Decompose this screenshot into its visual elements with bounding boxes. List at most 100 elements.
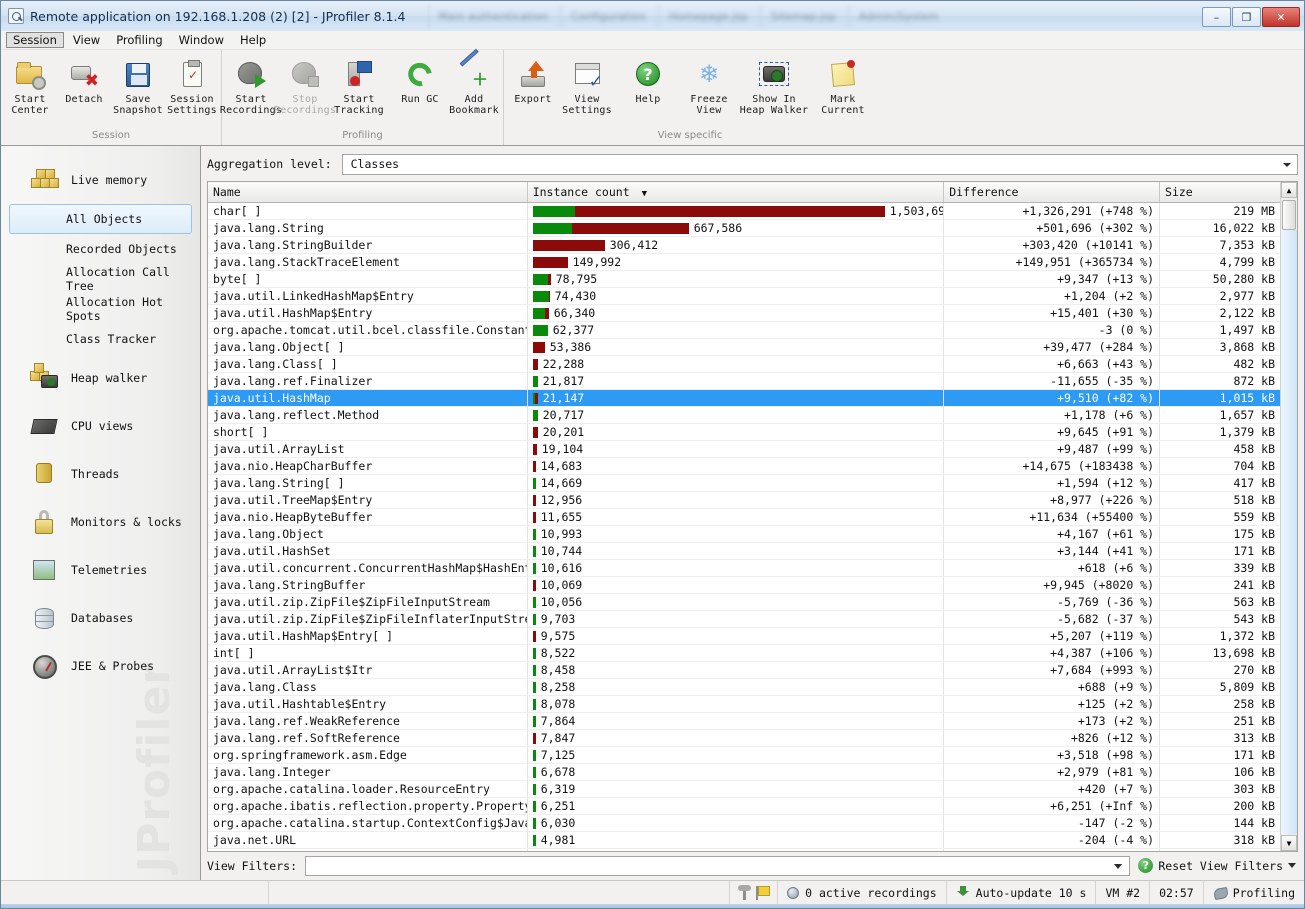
sidebar-group-cpu-views[interactable]: CPU views bbox=[1, 402, 200, 450]
sidebar-group-telemetries[interactable]: Telemetries bbox=[1, 546, 200, 594]
session-settings-button[interactable]: Session Settings bbox=[165, 56, 219, 116]
table-row[interactable]: java.lang.Class 8,258 +688 (+9 %) 5,809 kB bbox=[208, 678, 1280, 696]
table-row[interactable]: java.util.zip.ZipFile$ZipFileInflaterInp… bbox=[208, 610, 1280, 628]
table-row[interactable]: java.lang.reflect.Method 20,717 +1,178 (+6… bbox=[208, 406, 1280, 424]
run-gc-button[interactable]: Run GC bbox=[393, 56, 447, 105]
background-tab[interactable]: Sitemap.jsp bbox=[760, 5, 846, 27]
background-tab[interactable]: Admin/System bbox=[847, 5, 949, 27]
menu-session[interactable]: Session bbox=[6, 32, 64, 48]
table-row[interactable]: org.apache.catalina.startup.ContextConfi… bbox=[208, 814, 1280, 832]
sidebar-item-allocation-call-tree[interactable]: Allocation Call Tree bbox=[9, 264, 192, 294]
table-row[interactable]: java.util.Hashtable$Entry 8,078 +125 (+2 %… bbox=[208, 695, 1280, 713]
status-auto-update[interactable]: Auto-update 10 s bbox=[947, 881, 1097, 905]
table-row[interactable]: java.util.HashMap 21,147 +9,510 (+82 %) 1,0… bbox=[208, 389, 1280, 407]
table-row[interactable]: org.apache.ibatis.reflection.property.Pr… bbox=[208, 797, 1280, 815]
start-recordings-button[interactable]: Start Recordings bbox=[220, 56, 282, 116]
show-in-heap-walker-button[interactable]: Show In Heap Walker bbox=[736, 56, 812, 116]
table-row[interactable]: java.util.HashMap$Entry 66,340 +15,401 (+3… bbox=[208, 304, 1280, 322]
table-row[interactable]: java.util.zip.ZipFile$ZipFileInputStream… bbox=[208, 593, 1280, 611]
scrollbar-thumb[interactable] bbox=[1282, 200, 1296, 230]
close-button[interactable]: ✕ bbox=[1262, 7, 1300, 27]
cell-size: 559 kB bbox=[1159, 508, 1280, 526]
chevron-down-icon[interactable] bbox=[1114, 863, 1123, 869]
minimize-button[interactable]: – bbox=[1202, 7, 1231, 27]
menu-help[interactable]: Help bbox=[233, 32, 273, 48]
stop-recordings-button[interactable]: Stop Recordings bbox=[274, 56, 336, 116]
table-row[interactable]: java.lang.Class[ ] 22,288 +6,663 (+43 %) 48… bbox=[208, 355, 1280, 373]
sidebar-group-databases[interactable]: Databases bbox=[1, 594, 200, 642]
table-row[interactable]: java.lang.String[ ] 14,669 +1,594 (+12 %) 4… bbox=[208, 474, 1280, 492]
menu-view[interactable]: View bbox=[66, 32, 107, 48]
table-row[interactable]: java.lang.Object[ ] 53,386 +39,477 (+284 %… bbox=[208, 338, 1280, 356]
table-row[interactable]: byte[ ] 78,795 +9,347 (+13 %) 50,280 kB bbox=[208, 270, 1280, 288]
sidebar-group-jee-probes[interactable]: JEE & Probes bbox=[1, 642, 200, 690]
scroll-up-button[interactable]: ▲ bbox=[1281, 182, 1297, 198]
table-row[interactable]: java.lang.Integer 6,678 +2,979 (+81 %) 106 … bbox=[208, 763, 1280, 781]
add-bookmark-button[interactable]: ＋ Add Bookmark bbox=[447, 48, 501, 116]
freeze-view-button[interactable]: ❄ Freeze View bbox=[682, 56, 736, 116]
table-row[interactable]: java.lang.String 667,586 +501,696 (+302 %)… bbox=[208, 219, 1280, 237]
sidebar-item-all-objects[interactable]: All Objects bbox=[9, 204, 192, 234]
table-row[interactable]: java.lang.ref.WeakReference 7,864 +173 (+2… bbox=[208, 712, 1280, 730]
sidebar-item-allocation-hot-spots[interactable]: Allocation Hot Spots bbox=[9, 294, 192, 324]
table-row[interactable]: java.net.URL 4,981 -204 (-4 %) 318 kB bbox=[208, 831, 1280, 849]
menu-profiling[interactable]: Profiling bbox=[109, 32, 169, 48]
background-tab[interactable]: Homepage.jsp bbox=[657, 5, 758, 27]
table-row[interactable]: short[ ] 20,201 +9,645 (+91 %) 1,379 kB bbox=[208, 423, 1280, 441]
flag-icon[interactable] bbox=[756, 885, 771, 901]
chevron-down-icon[interactable] bbox=[1288, 863, 1296, 869]
background-tab[interactable]: Main authentication bbox=[427, 5, 558, 27]
scrollbar-track[interactable] bbox=[1281, 230, 1297, 835]
export-button[interactable]: Export bbox=[506, 56, 560, 105]
table-row[interactable]: java.lang.Object 10,993 +4,167 (+61 %) 175 … bbox=[208, 525, 1280, 543]
aggregation-level-select[interactable]: Classes bbox=[341, 153, 1298, 175]
sidebar-group-heap-walker[interactable]: Heap walker bbox=[1, 354, 200, 402]
sidebar-group-threads[interactable]: Threads bbox=[1, 450, 200, 498]
tree-icon[interactable] bbox=[738, 885, 752, 901]
table-row[interactable]: java.lang.StringBuilder 306,412 +303,420 (… bbox=[208, 236, 1280, 254]
reset-view-filters-button[interactable]: ? Reset View Filters bbox=[1138, 858, 1298, 874]
table-row[interactable]: java.lang.StackTraceElement 149,992 +149,9… bbox=[208, 253, 1280, 271]
menu-window[interactable]: Window bbox=[172, 32, 231, 48]
table-vertical-scrollbar[interactable]: ▲ ▼ bbox=[1280, 182, 1297, 852]
table-row[interactable]: org.apache.catalina.loader.ResourceEntry… bbox=[208, 780, 1280, 798]
table-row[interactable]: java.lang.ref.Finalizer 21,817 -11,655 (-3… bbox=[208, 372, 1280, 390]
help-button[interactable]: ? Help bbox=[621, 56, 675, 105]
table-row[interactable]: org.springframework.asm.Edge 7,125 +3,518 … bbox=[208, 746, 1280, 764]
column-header-size[interactable]: Size bbox=[1159, 182, 1280, 203]
start-tracking-button[interactable]: Start Tracking bbox=[332, 56, 386, 116]
table-row[interactable]: java.util.concurrent.ConcurrentHashMap$H… bbox=[208, 559, 1280, 577]
mark-current-button[interactable]: Mark Current bbox=[812, 56, 874, 116]
table-row[interactable]: org.apache.tomcat.util.bcel.classfile.Co… bbox=[208, 321, 1280, 339]
status-active-recordings[interactable]: 0 active recordings bbox=[778, 881, 947, 905]
start-center-button[interactable]: Start Center bbox=[3, 56, 57, 116]
table-row[interactable]: java.util.LinkedHashMap$Entry 74,430 +1,20… bbox=[208, 287, 1280, 305]
table-row[interactable]: java.util.ArrayList 19,104 +9,487 (+99 %) 4… bbox=[208, 440, 1280, 458]
column-header-instance-count[interactable]: Instance count ▼ bbox=[527, 182, 945, 203]
table-row[interactable]: java.lang.StringBuffer 10,069 +9,945 (+802… bbox=[208, 576, 1280, 594]
sidebar-group-monitors-locks[interactable]: Monitors & locks bbox=[1, 498, 200, 546]
sidebar-group-live-memory[interactable]: Live memory bbox=[1, 156, 200, 204]
table-row[interactable]: char[ ] 1,503,691+1,326,291 (+748 %)219 M… bbox=[208, 202, 1280, 220]
maximize-button[interactable]: ❐ bbox=[1232, 7, 1261, 27]
detach-button[interactable]: ✖ Detach bbox=[57, 56, 111, 105]
table-row[interactable]: java.util.TreeMap$Entry 12,956 +8,977 (+22… bbox=[208, 491, 1280, 509]
table-row[interactable]: java.util.ArrayList$Itr 8,458 +7,684 (+993… bbox=[208, 661, 1280, 679]
table-row[interactable]: int[ ] 8,522 +4,387 (+106 %) 13,698 kB bbox=[208, 644, 1280, 662]
background-tab[interactable]: Configuration bbox=[560, 5, 656, 27]
sidebar-item-class-tracker[interactable]: Class Tracker bbox=[9, 324, 192, 354]
table-row[interactable]: java.util.HashMap$KeySet 4,656 +1,626 (+54… bbox=[208, 848, 1280, 852]
sidebar-item-recorded-objects[interactable]: Recorded Objects bbox=[9, 234, 192, 264]
table-row[interactable]: java.util.HashMap$Entry[ ] 9,575 +5,207 (+… bbox=[208, 627, 1280, 645]
table-row[interactable]: java.nio.HeapByteBuffer 11,655 +11,634 (+5… bbox=[208, 508, 1280, 526]
view-filters-input[interactable] bbox=[305, 855, 1131, 876]
table-row[interactable]: java.lang.ref.SoftReference 7,847 +826 (+1… bbox=[208, 729, 1280, 747]
scroll-down-button[interactable]: ▼ bbox=[1281, 835, 1297, 852]
save-snapshot-button[interactable]: Save Snapshot bbox=[111, 56, 165, 116]
cell-size: 303 kB bbox=[1159, 780, 1280, 798]
column-header-difference[interactable]: Difference bbox=[943, 182, 1161, 203]
column-header-name[interactable]: Name bbox=[208, 182, 528, 203]
view-settings-button[interactable]: ✓ View Settings bbox=[560, 56, 614, 116]
table-row[interactable]: java.util.HashSet 10,744 +3,144 (+41 %) 171… bbox=[208, 542, 1280, 560]
table-row[interactable]: java.nio.HeapCharBuffer 14,683 +14,675 (+1… bbox=[208, 457, 1280, 475]
